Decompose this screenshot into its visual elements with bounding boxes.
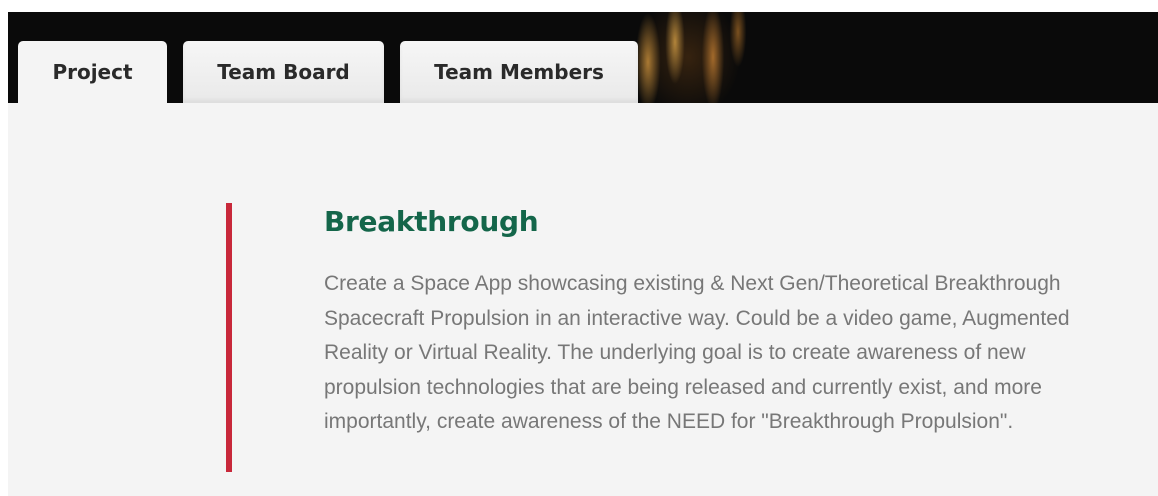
tab-project[interactable]: Project xyxy=(18,41,167,103)
page-frame: Project Team Board Team Members Breakthr… xyxy=(8,12,1158,496)
project-tabs: Project Team Board Team Members xyxy=(8,41,1158,103)
challenge-title: Breakthrough xyxy=(324,205,539,238)
tab-team-members[interactable]: Team Members xyxy=(400,41,638,103)
challenge-description: Create a Space App showcasing existing &… xyxy=(324,272,1070,433)
accent-bar xyxy=(226,203,232,472)
tab-team-board[interactable]: Team Board xyxy=(183,41,384,103)
